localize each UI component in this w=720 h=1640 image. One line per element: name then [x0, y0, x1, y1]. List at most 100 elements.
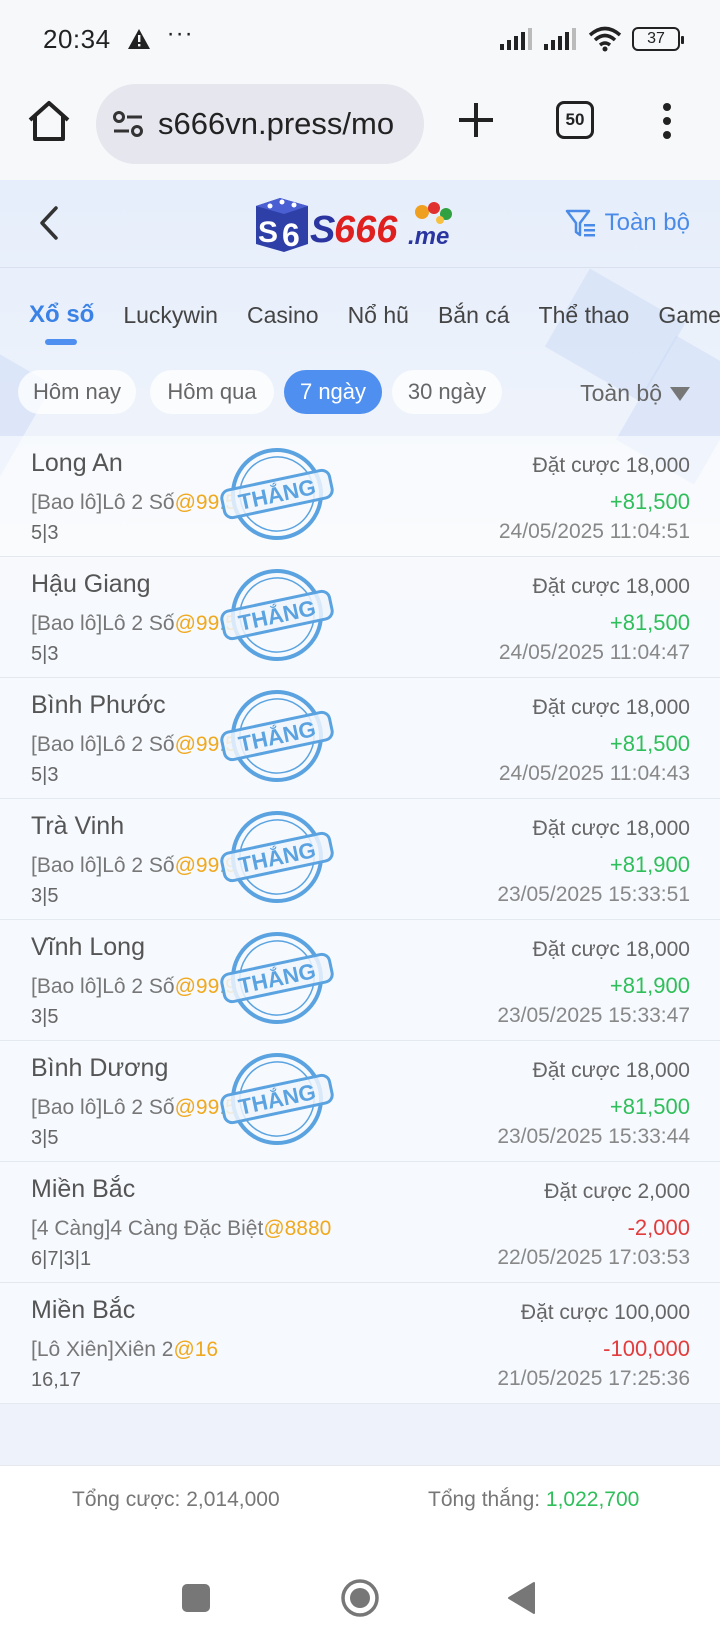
bet-result: +81,500 [609, 610, 690, 635]
plus-icon[interactable] [456, 100, 496, 140]
date-chip-7-days[interactable]: 7 ngày [284, 370, 382, 414]
bet-type: [Lô Xiên]Xiên 2@16 [31, 1338, 219, 1361]
bet-numbers: 5|3 [31, 522, 59, 544]
bet-result: +81,500 [609, 489, 690, 514]
status-time: 20:34 [43, 23, 111, 54]
bet-odds: @8880 [263, 1217, 332, 1240]
bet-row[interactable]: Bình Dương [Bao lô]Lô 2 Số@99.5 3|5 THẮN… [0, 1041, 720, 1162]
filter-icon [565, 209, 595, 237]
tab-no-hu[interactable]: Nổ hũ [348, 302, 409, 329]
win-stamp-icon: THẮNG [220, 448, 334, 540]
tab-luckywin[interactable]: Luckywin [123, 302, 218, 329]
date-chip-yesterday[interactable]: Hôm qua [150, 370, 274, 414]
bet-name: Miền Bắc [31, 1175, 136, 1203]
total-win-value: 1,022,700 [545, 1488, 640, 1511]
bet-type: [4 Càng]4 Càng Đặc Biệt@8880 [31, 1217, 332, 1240]
bet-name: Bình Phước [31, 691, 166, 719]
bet-result: +81,900 [609, 852, 690, 877]
svg-text:.me: .me [408, 223, 449, 250]
signal-icon [544, 28, 576, 50]
bet-result: -2,000 [627, 1215, 690, 1240]
win-stamp-icon: THẮNG [220, 811, 334, 903]
bet-type: [Bao lô]Lô 2 Số@99.5 [31, 1096, 237, 1119]
status-filter-label: Toàn bộ [580, 380, 662, 406]
win-stamp-icon: THẮNG [220, 1053, 334, 1145]
bet-row[interactable]: Long An [Bao lô]Lô 2 Số@99.5 5|3 THẮNG Đ… [0, 436, 720, 557]
tab-casino[interactable]: Casino [247, 302, 319, 329]
date-chip-30-days[interactable]: 30 ngày [392, 370, 502, 414]
url-text[interactable]: s666vn.press/mo [158, 106, 394, 142]
bet-numbers: 3|5 [31, 885, 59, 907]
bet-numbers: 6|7|3|1 [31, 1248, 92, 1270]
bet-stake: Đặt cược 18,000 [532, 575, 690, 598]
system-nav-bar [0, 1533, 720, 1640]
totals-footer: Tổng cược: 2,014,000 Tổng thắng: 1,022,7… [0, 1465, 720, 1533]
bet-stake: Đặt cược 2,000 [544, 1180, 690, 1203]
s666-logo: S 6 S 666 .me [256, 198, 452, 253]
win-stamp-icon: THẮNG [220, 690, 334, 782]
bet-time: 21/05/2025 17:25:36 [497, 1367, 690, 1390]
bet-time: 23/05/2025 15:33:44 [497, 1125, 690, 1148]
bet-type: [Bao lô]Lô 2 Số@99.9 [31, 854, 237, 877]
home-circle-icon[interactable] [340, 1578, 380, 1618]
bet-numbers: 3|5 [31, 1127, 59, 1149]
bet-numbers: 5|3 [31, 643, 59, 665]
bet-row[interactable]: Trà Vinh [Bao lô]Lô 2 Số@99.9 3|5 THẮNG … [0, 799, 720, 920]
home-icon[interactable] [26, 98, 72, 144]
bet-time: 22/05/2025 17:03:53 [497, 1246, 690, 1269]
bet-time: 24/05/2025 11:04:47 [498, 641, 690, 664]
signal-icon [500, 28, 532, 50]
address-bar[interactable]: s666vn.press/mo [96, 84, 424, 164]
menu-icon[interactable] [660, 102, 674, 140]
site-settings-icon[interactable] [112, 110, 144, 138]
bet-name: Miền Bắc [31, 1296, 136, 1324]
date-filters: Hôm nay Hôm qua 7 ngày 30 ngày Toàn bộ [0, 370, 720, 416]
bet-time: 23/05/2025 15:33:47 [497, 1004, 690, 1027]
tab-game[interactable]: Game [658, 302, 720, 329]
bet-row[interactable]: Vĩnh Long [Bao lô]Lô 2 Số@99.9 3|5 THẮNG… [0, 920, 720, 1041]
bet-name: Trà Vinh [31, 812, 125, 840]
tab-xo-so[interactable]: Xổ số [29, 301, 94, 345]
svg-text:S: S [258, 216, 278, 249]
bet-row[interactable]: Miền Bắc [4 Càng]4 Càng Đặc Biệt@8880 6|… [0, 1162, 720, 1283]
category-tabs: Xổ số Luckywin Casino Nổ hũ Bắn cá Thể t… [0, 280, 720, 350]
bet-row[interactable]: Bình Phước [Bao lô]Lô 2 Số@99.5 5|3 THẮN… [0, 678, 720, 799]
bet-result: -100,000 [603, 1336, 690, 1361]
svg-text:6: 6 [282, 217, 300, 253]
status-bar: 20:34 ··· 37 [0, 0, 720, 78]
bet-row[interactable]: Miền Bắc [Lô Xiên]Xiên 2@16 16,17 Đặt cư… [0, 1283, 720, 1404]
svg-text:666: 666 [334, 209, 398, 251]
recent-apps-icon[interactable] [182, 1584, 210, 1612]
app-content: S 6 S 666 .me Toàn bộ Xổ số Luckywin Cas… [0, 180, 720, 1465]
bet-time: 23/05/2025 15:33:51 [497, 883, 690, 906]
bet-type: [Bao lô]Lô 2 Số@99.5 [31, 612, 237, 635]
date-chip-today[interactable]: Hôm nay [18, 370, 136, 414]
status-right-group: 37 [500, 26, 684, 52]
filter-all-button[interactable]: Toàn bộ [565, 208, 690, 238]
bet-type: [Bao lô]Lô 2 Số@99.9 [31, 975, 237, 998]
win-stamp-icon: THẮNG [220, 569, 334, 661]
app-header: S 6 S 666 .me Toàn bộ [0, 180, 720, 268]
dropdown-arrow-icon [670, 386, 690, 401]
win-stamp-icon: THẮNG [220, 932, 334, 1024]
warning-icon [127, 29, 150, 49]
filter-all-label: Toàn bộ [604, 209, 690, 236]
bet-row[interactable]: Hậu Giang [Bao lô]Lô 2 Số@99.5 5|3 THẮNG… [0, 557, 720, 678]
tab-the-thao[interactable]: Thể thao [539, 302, 630, 329]
bet-numbers: 16,17 [31, 1369, 82, 1391]
bet-list: Long An [Bao lô]Lô 2 Số@99.5 5|3 THẮNG Đ… [0, 436, 720, 1404]
bet-name: Bình Dương [31, 1054, 169, 1082]
bet-stake: Đặt cược 18,000 [532, 938, 690, 961]
bet-stake: Đặt cược 18,000 [532, 696, 690, 719]
back-triangle-icon[interactable] [506, 1581, 536, 1615]
bet-numbers: 3|5 [31, 1006, 59, 1028]
status-filter-dropdown[interactable]: Toàn bộ [580, 380, 690, 407]
tabs-icon[interactable]: 50 [556, 101, 594, 139]
bet-type: [Bao lô]Lô 2 Số@99.5 [31, 491, 237, 514]
browser-toolbar: s666vn.press/mo 50 [0, 78, 720, 180]
bet-stake: Đặt cược 18,000 [532, 1059, 690, 1082]
back-arrow-icon[interactable] [36, 204, 62, 242]
battery-icon: 37 [632, 27, 684, 51]
tab-ban-ca[interactable]: Bắn cá [438, 302, 510, 329]
bet-odds: @16 [173, 1338, 219, 1361]
